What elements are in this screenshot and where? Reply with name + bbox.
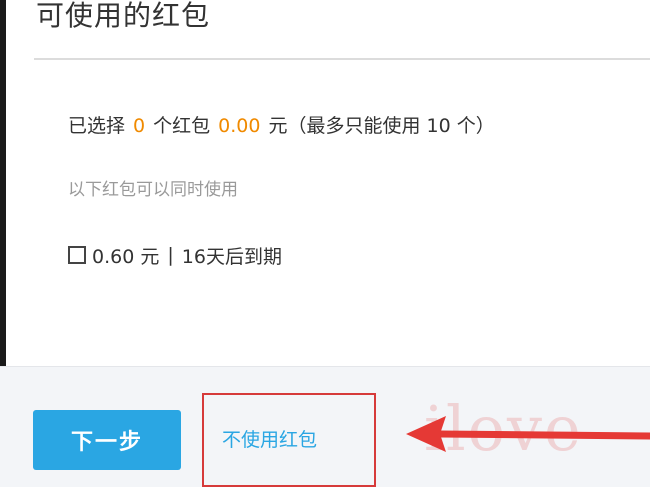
count-unit: 个红包 <box>153 115 211 137</box>
coupon-checkbox[interactable] <box>68 246 86 264</box>
selected-count: 0 <box>133 115 146 137</box>
annotation-arrow-icon <box>406 416 650 452</box>
selected-amount: 0.00 <box>218 115 261 137</box>
annotation-highlight-box <box>202 393 376 487</box>
coupon-separator: | <box>167 244 174 266</box>
selection-summary: 已选择 0 个红包 0.00 元（最多只能使用 10 个） <box>68 112 495 140</box>
next-step-button[interactable]: 下一步 <box>33 410 181 470</box>
amount-unit: 元 <box>268 115 288 137</box>
coupon-expiry: 16天后到期 <box>181 245 282 268</box>
usage-limit: （最多只能使用 10 个） <box>287 115 495 137</box>
dialog-title: 可使用的红包 <box>36 0 211 32</box>
red-packet-dialog: 可使用的红包 已选择 0 个红包 0.00 元（最多只能使用 10 个） 以下红包可以同… <box>0 0 650 487</box>
title-divider <box>34 58 650 60</box>
coupon-amount: 0.60 元 <box>92 245 160 268</box>
combinable-hint: 以下红包可以同时使用 <box>68 180 238 200</box>
summary-prefix: 已选择 <box>68 115 126 137</box>
coupon-item[interactable]: 0.60 元 | 16天后到期 <box>68 240 282 270</box>
